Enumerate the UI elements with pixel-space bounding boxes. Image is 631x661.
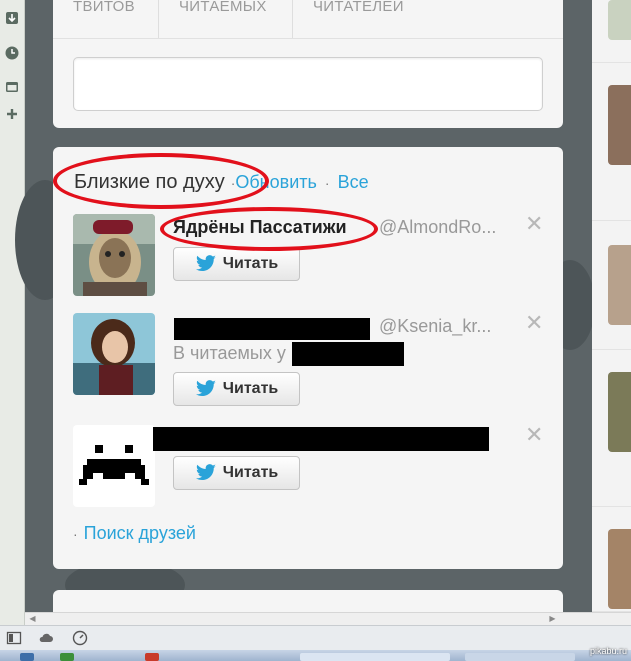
find-friends-link[interactable]: Поиск друзей (84, 523, 196, 544)
close-icon[interactable]: ✕ (525, 213, 543, 235)
follow-button-label: Читать (222, 255, 279, 272)
browser-side-toolbar (0, 0, 25, 625)
twitter-bird-icon (195, 380, 216, 397)
view-all-link[interactable]: Все (338, 172, 369, 193)
clock-icon[interactable] (4, 45, 20, 61)
stat-following[interactable]: ЧИТАЕМЫХ (159, 0, 293, 38)
os-taskbar (0, 650, 631, 661)
sidebar-toggle-icon[interactable] (6, 630, 22, 646)
avatar[interactable] (608, 529, 631, 609)
browser-status-bar (0, 625, 631, 650)
list-item (592, 221, 631, 350)
user-handle[interactable]: @AlmondRo... (379, 217, 496, 238)
redaction-bar (153, 427, 489, 451)
redaction-bar (292, 342, 404, 366)
find-friends: · Поиск друзей (73, 523, 196, 544)
divider (53, 38, 563, 39)
avatar[interactable] (608, 85, 631, 165)
avatar[interactable] (73, 214, 155, 296)
follow-button[interactable]: Читать (173, 372, 300, 406)
watermark: pikabu.ru (590, 646, 628, 656)
avatar[interactable] (608, 245, 631, 325)
taskbar-item[interactable] (300, 653, 450, 661)
list-item (592, 350, 631, 507)
avatar[interactable] (608, 372, 631, 452)
taskbar-item[interactable] (20, 653, 34, 661)
avatar[interactable] (73, 425, 155, 507)
avatar[interactable] (73, 313, 155, 395)
follow-button-label: Читать (222, 380, 279, 397)
user-context: В читаемых у (173, 343, 286, 363)
profile-stats: ТВИТОВ ЧИТАЕМЫХ ЧИТАТЕЛЕЙ (53, 0, 563, 38)
taskbar-item[interactable] (465, 653, 575, 661)
separator: · (73, 526, 78, 542)
taskbar-item[interactable] (60, 653, 74, 661)
download-icon[interactable] (4, 10, 20, 26)
twitter-bird-icon (195, 464, 216, 481)
list-item (592, 0, 631, 63)
user-handle[interactable]: @Ksenia_kr... (379, 316, 491, 337)
cloud-icon[interactable] (38, 630, 54, 646)
stat-followers[interactable]: ЧИТАТЕЛЕЙ (293, 0, 563, 38)
scroll-left-icon[interactable]: ◀ (27, 614, 38, 624)
redaction-bar (174, 318, 370, 340)
twitter-bird-icon (195, 255, 216, 272)
profile-card: ТВИТОВ ЧИТАЕМЫХ ЧИТАТЕЛЕЙ (53, 0, 563, 128)
follow-button[interactable]: Читать (173, 247, 300, 281)
annotation-ring (53, 153, 269, 209)
plus-icon[interactable] (4, 106, 20, 122)
window-icon[interactable] (4, 79, 20, 95)
list-item (592, 507, 631, 612)
separator: · (324, 175, 330, 191)
compose-tweet-input[interactable] (73, 57, 543, 111)
stat-tweets[interactable]: ТВИТОВ (53, 0, 159, 38)
follow-button[interactable]: Читать (173, 456, 300, 490)
gauge-icon[interactable] (72, 630, 88, 646)
taskbar-item[interactable] (145, 653, 159, 661)
horizontal-scrollbar[interactable]: ◀ ▶ (25, 612, 631, 625)
timeline-column (592, 0, 631, 612)
annotation-ring (160, 207, 378, 251)
scroll-right-icon[interactable]: ▶ (547, 614, 558, 624)
close-icon[interactable]: ✕ (525, 424, 543, 446)
list-item (592, 63, 631, 221)
close-icon[interactable]: ✕ (525, 312, 543, 334)
avatar[interactable] (608, 0, 631, 40)
follow-button-label: Читать (222, 464, 279, 481)
